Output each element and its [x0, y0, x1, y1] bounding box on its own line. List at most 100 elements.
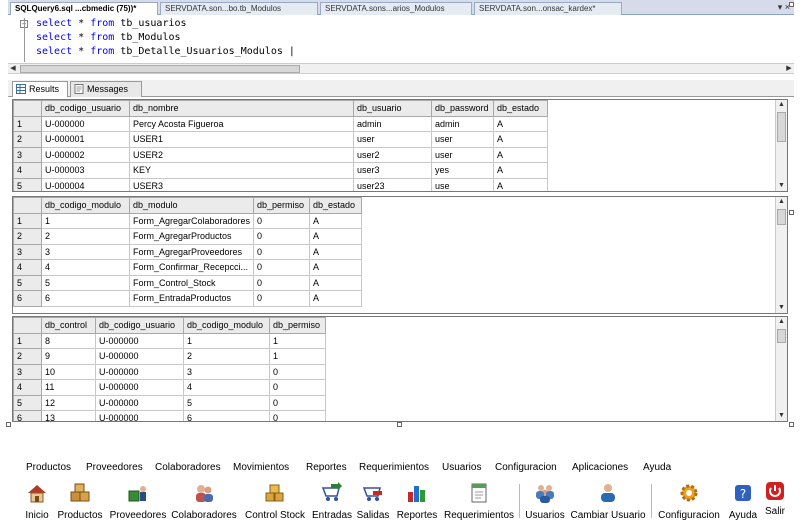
table-row[interactable]: 3 U-000002 USER2 user2 user A	[13, 146, 548, 163]
menu-requerimientos[interactable]: Requerimientos	[359, 462, 429, 473]
cell[interactable]: admin	[353, 115, 432, 132]
cell[interactable]: USER2	[129, 146, 354, 163]
table-row[interactable]: 2 9 U-000000 2 1	[13, 348, 326, 365]
scroll-up-icon[interactable]: ▲	[776, 197, 787, 207]
table-row[interactable]: 2 2 Form_AgregarProductos 0 A	[13, 228, 362, 245]
scroll-down-icon[interactable]: ▼	[776, 411, 787, 421]
cell[interactable]: U-000000	[95, 410, 184, 421]
cell[interactable]: 3	[41, 243, 130, 260]
cell[interactable]: 0	[269, 410, 326, 421]
configuracion-button[interactable]: Configuracion	[654, 480, 724, 522]
cell[interactable]: U-000000	[95, 348, 184, 365]
row-number[interactable]: 5	[13, 394, 42, 411]
scroll-up-icon[interactable]: ▲	[776, 317, 787, 327]
column-header[interactable]: db_nombre	[129, 100, 354, 117]
cell[interactable]: 13	[41, 410, 96, 421]
colaboradores-button[interactable]: Colaboradores	[170, 480, 238, 522]
cambiar-usuario-button[interactable]: Cambiar Usuario	[570, 480, 646, 522]
cell[interactable]: U-000000	[41, 115, 130, 132]
cell[interactable]: 10	[41, 363, 96, 380]
cell[interactable]: A	[309, 290, 362, 307]
cell[interactable]: 9	[41, 348, 96, 365]
cell[interactable]: 11	[41, 379, 96, 396]
cell[interactable]: user	[353, 131, 432, 148]
resize-handle[interactable]	[397, 422, 402, 427]
menu-ayuda[interactable]: Ayuda	[643, 462, 671, 473]
scroll-thumb[interactable]	[777, 329, 786, 343]
tab-sqlquery6[interactable]: SQLQuery6.sql ...cbmedic (75))*	[10, 2, 158, 16]
menu-aplicaciones[interactable]: Aplicaciones	[572, 462, 628, 473]
cell[interactable]: U-000001	[41, 131, 130, 148]
cell[interactable]: 2	[41, 228, 130, 245]
row-number[interactable]: 3	[13, 363, 42, 380]
menu-reportes[interactable]: Reportes	[306, 462, 347, 473]
menu-movimientos[interactable]: Movimientos	[233, 462, 289, 473]
reportes-button[interactable]: Reportes	[394, 480, 440, 522]
cell[interactable]: 1	[269, 332, 326, 349]
column-header[interactable]: db_codigo_modulo	[41, 197, 130, 214]
row-number[interactable]: 2	[13, 131, 42, 148]
cell[interactable]: 5	[183, 394, 270, 411]
row-number[interactable]: 1	[13, 332, 42, 349]
cell[interactable]: 0	[253, 212, 310, 229]
cell[interactable]: A	[309, 228, 362, 245]
table-row[interactable]: 5 U-000004 USER3 user23 use A	[13, 177, 548, 191]
tab-tb-modulos[interactable]: SERVDATA.son...bo.tb_Modulos	[160, 2, 318, 15]
row-number[interactable]: 3	[13, 146, 42, 163]
cell[interactable]: A	[493, 162, 548, 179]
column-header[interactable]: db_password	[431, 100, 494, 117]
cell[interactable]: 4	[183, 379, 270, 396]
cell[interactable]: U-000000	[95, 394, 184, 411]
cell[interactable]: 2	[183, 348, 270, 365]
column-header[interactable]: db_usuario	[353, 100, 432, 117]
cell[interactable]: KEY	[129, 162, 354, 179]
entradas-button[interactable]: Entradas	[311, 480, 353, 522]
cell[interactable]: 0	[253, 259, 310, 276]
row-number[interactable]: 4	[13, 379, 42, 396]
cell[interactable]: user	[431, 146, 494, 163]
table-row[interactable]: 3 3 Form_AgregarProveedores 0 A	[13, 243, 362, 260]
scroll-thumb[interactable]	[20, 65, 300, 73]
row-number[interactable]: 1	[13, 212, 42, 229]
cell[interactable]: user23	[353, 177, 432, 191]
cell[interactable]: 1	[41, 212, 130, 229]
usuarios-button[interactable]: Usuarios	[522, 480, 568, 522]
table-row[interactable]: 1 U-000000 Percy Acosta Figueroa admin admin…	[13, 115, 548, 132]
menu-configuracion[interactable]: Configuracion	[495, 462, 557, 473]
cell[interactable]: Form_EntradaProductos	[129, 290, 254, 307]
table-row[interactable]: 4 11 U-000000 4 0	[13, 379, 326, 396]
cell[interactable]: Percy Acosta Figueroa	[129, 115, 354, 132]
column-header[interactable]: db_estado	[309, 197, 362, 214]
menu-productos[interactable]: Productos	[26, 462, 71, 473]
row-number[interactable]: 4	[13, 162, 42, 179]
table-row[interactable]: 6 13 U-000000 6 0	[13, 410, 326, 421]
scroll-up-icon[interactable]: ▲	[776, 100, 787, 110]
salidas-button[interactable]: Salidas	[355, 480, 391, 522]
results-grid-modulos[interactable]: db_codigo_modulo db_modulo db_permiso db…	[12, 196, 788, 314]
inicio-button[interactable]: Inicio	[20, 480, 54, 522]
cell[interactable]: USER3	[129, 177, 354, 191]
table-row[interactable]: 5 5 Form_Control_Stock 0 A	[13, 274, 362, 291]
cell[interactable]: 1	[269, 348, 326, 365]
table-row[interactable]: 5 12 U-000000 5 0	[13, 394, 326, 411]
cell[interactable]: Form_AgregarColaboradores	[129, 212, 254, 229]
cell[interactable]: 0	[269, 379, 326, 396]
cell[interactable]: 0	[253, 243, 310, 260]
table-row[interactable]: 3 10 U-000000 3 0	[13, 363, 326, 380]
cell[interactable]: Form_AgregarProveedores	[129, 243, 254, 260]
table-row[interactable]: 4 U-000003 KEY user3 yes A	[13, 162, 548, 179]
cell[interactable]: 1	[183, 332, 270, 349]
table-row[interactable]: 2 U-000001 USER1 user user A	[13, 131, 548, 148]
cell[interactable]: U-000002	[41, 146, 130, 163]
cell[interactable]: U-000003	[41, 162, 130, 179]
cell[interactable]: user2	[353, 146, 432, 163]
column-header[interactable]: db_estado	[493, 100, 548, 117]
salir-button[interactable]: Salir	[762, 480, 788, 522]
grid-vertical-scrollbar[interactable]: ▲ ▼	[775, 317, 787, 421]
ayuda-button[interactable]: ? Ayuda	[726, 480, 760, 522]
scroll-thumb[interactable]	[777, 209, 786, 225]
row-number[interactable]: 3	[13, 243, 42, 260]
cell[interactable]: A	[493, 131, 548, 148]
tab-messages[interactable]: Messages	[70, 81, 142, 97]
row-number[interactable]: 2	[13, 228, 42, 245]
